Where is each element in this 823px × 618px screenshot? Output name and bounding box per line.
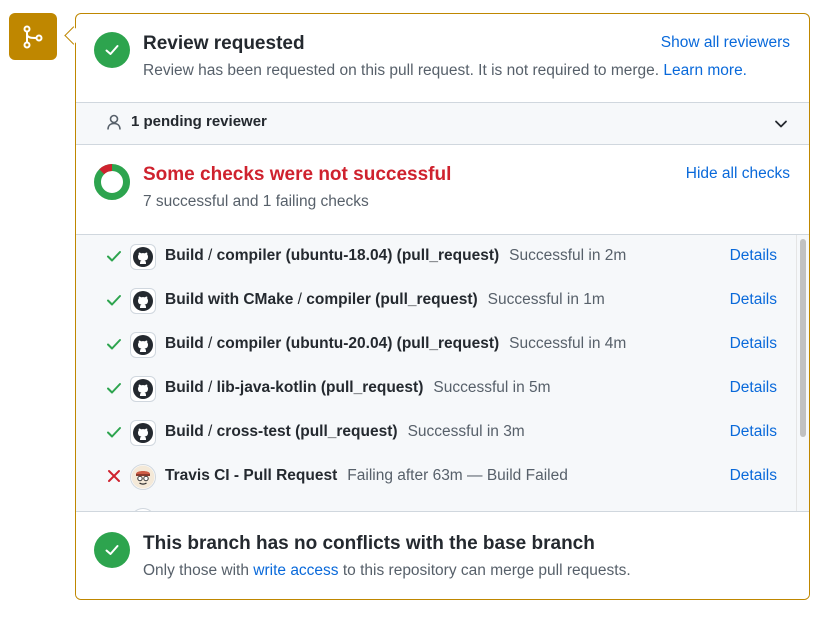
- review-check-icon: [94, 32, 130, 68]
- merge-permission-prefix: Only those with: [143, 562, 249, 579]
- github-icon: [130, 244, 156, 270]
- github-icon: [130, 420, 156, 446]
- x-icon: [108, 470, 120, 482]
- check-workflow: Travis CI - Pull Request: [165, 467, 338, 484]
- checks-title: Some checks were not successful: [143, 164, 452, 185]
- check-job: compiler (pull_request): [306, 291, 478, 308]
- checks-list: Build / compiler (ubuntu-18.04) (pull_re…: [76, 234, 809, 512]
- check-icon: [107, 295, 121, 306]
- person-icon: [107, 114, 121, 130]
- show-all-reviewers-link[interactable]: Show all reviewers: [661, 34, 790, 52]
- check-details-link[interactable]: Details: [730, 247, 777, 265]
- check-details-link[interactable]: Details: [730, 291, 777, 309]
- write-access-link[interactable]: write access: [253, 562, 338, 579]
- github-icon: [130, 332, 156, 358]
- check-workflow: Build with CMake: [165, 291, 294, 308]
- check-name: Travis CI - Pull Request Failing after 63…: [165, 467, 568, 485]
- check-separator: /: [293, 291, 307, 308]
- check-details-link[interactable]: Details: [730, 423, 777, 441]
- check-status: Successful in 1m: [487, 291, 605, 308]
- no-conflicts-check-icon: [94, 532, 130, 568]
- check-status: Successful in 4m: [509, 335, 627, 352]
- check-details-link[interactable]: Details: [730, 335, 777, 353]
- learn-more-link[interactable]: Learn more.: [663, 62, 747, 79]
- check-icon: [107, 383, 121, 394]
- check-job: compiler (ubuntu-18.04) (pull_request): [216, 247, 500, 264]
- check-name: Build / cross-test (pull_request) Success…: [165, 423, 525, 441]
- check-workflow: Build: [165, 379, 204, 396]
- merge-box: Review requested Review has been request…: [75, 13, 810, 600]
- github-icon: [130, 376, 156, 402]
- check-name: Build / compiler (ubuntu-18.04) (pull_re…: [165, 247, 626, 265]
- check-row: Build / lib-java-kotlin (pull_request) Su…: [76, 367, 797, 412]
- checks-donut-icon: [94, 164, 130, 200]
- check-icon: [107, 427, 121, 438]
- pending-reviewers-toggle[interactable]: 1 pending reviewer: [76, 102, 809, 145]
- check-details-link[interactable]: Details: [730, 379, 777, 397]
- check-row: Travis CI - Pull Request Failing after 63…: [76, 455, 797, 500]
- check-icon: [107, 339, 121, 350]
- check-name: Build / lib-java-kotlin (pull_request) Su…: [165, 379, 551, 397]
- git-merge-badge: [9, 13, 57, 60]
- scrollbar-thumb[interactable]: [800, 239, 806, 437]
- checks-scrollbar[interactable]: [796, 235, 809, 512]
- check-separator: /: [203, 379, 217, 396]
- check-status: Failing after 63m — Build Failed: [347, 467, 568, 484]
- check-icon: [107, 251, 121, 262]
- check-row: Build / compiler (ubuntu-20.04) (pull_re…: [76, 323, 797, 368]
- check-row: Build / compiler (ubuntu-18.04) (pull_re…: [76, 235, 797, 280]
- check-job: lib-java-kotlin (pull_request): [216, 379, 424, 396]
- chevron-down-icon[interactable]: [774, 117, 788, 131]
- check-status: Successful in 2m: [509, 247, 627, 264]
- check-separator: /: [203, 423, 217, 440]
- check-separator: /: [203, 247, 217, 264]
- travis-ci-icon: [130, 464, 156, 490]
- check-workflow: Build: [165, 423, 204, 440]
- no-conflicts-title: This branch has no conflicts with the ba…: [143, 533, 595, 554]
- check-separator: /: [203, 335, 217, 352]
- merge-permission-text: Only those with write access to this rep…: [143, 562, 631, 580]
- hide-all-checks-link[interactable]: Hide all checks: [686, 165, 790, 183]
- pending-reviewers-label: 1 pending reviewer: [131, 113, 267, 130]
- review-description-text: Review has been requested on this pull r…: [143, 62, 660, 79]
- check-status: Successful in 5m: [433, 379, 551, 396]
- check-status: Successful in 3m: [407, 423, 525, 440]
- git-branch-icon: [23, 25, 43, 48]
- check-name: Build / compiler (ubuntu-20.04) (pull_re…: [165, 335, 626, 353]
- check-job: compiler (ubuntu-20.04) (pull_request): [216, 335, 500, 352]
- checks-summary: 7 successful and 1 failing checks: [143, 193, 369, 210]
- check-row: Build with CMake / compiler (pull_reques…: [76, 279, 797, 324]
- check-row: Build / cross-test (pull_request) Success…: [76, 411, 797, 456]
- check-job: cross-test (pull_request): [216, 423, 398, 440]
- check-name: Build with CMake / compiler (pull_reques…: [165, 291, 605, 309]
- review-description: Review has been requested on this pull r…: [143, 62, 747, 80]
- check-details-link[interactable]: Details: [730, 467, 777, 485]
- check-workflow: Build: [165, 335, 204, 352]
- merge-status-section: This branch has no conflicts with the ba…: [76, 511, 809, 599]
- review-title: Review requested: [143, 33, 305, 54]
- check-workflow: Build: [165, 247, 204, 264]
- merge-permission-suffix: to this repository can merge pull reques…: [342, 562, 631, 579]
- github-icon: [130, 288, 156, 314]
